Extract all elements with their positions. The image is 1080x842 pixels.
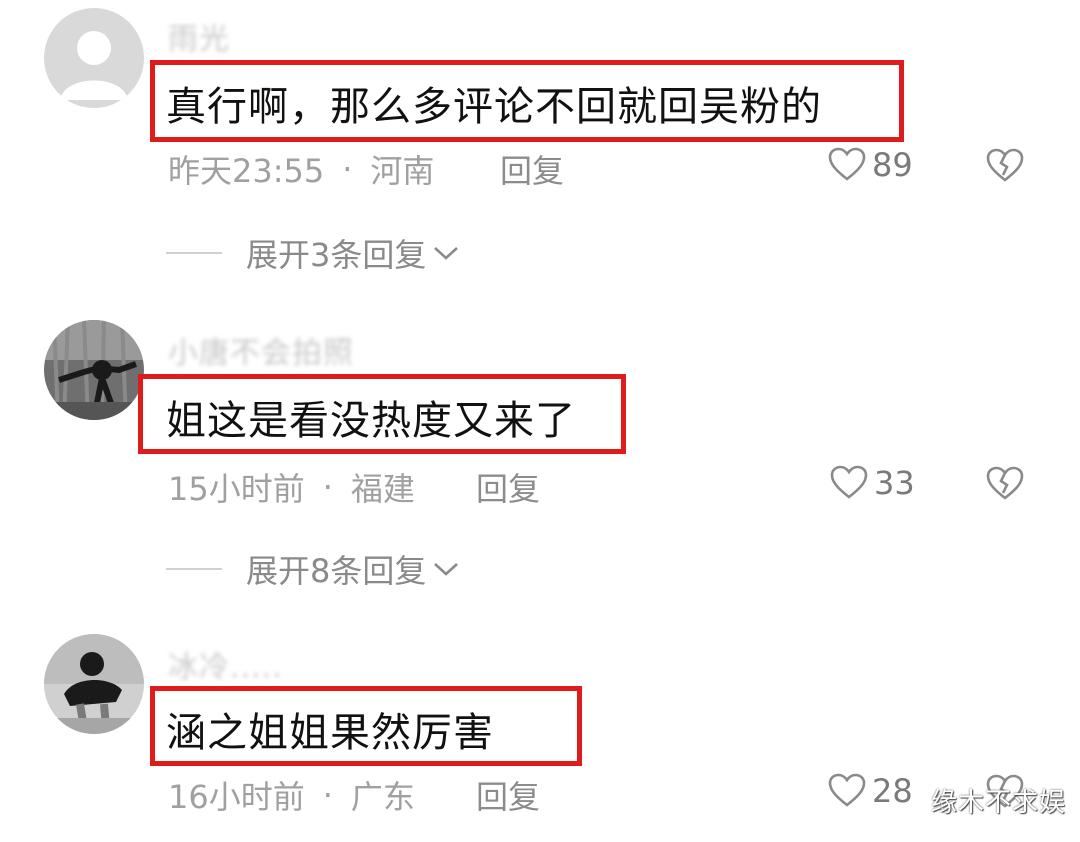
like-count: 89	[872, 146, 913, 184]
divider	[166, 252, 222, 254]
divider	[166, 568, 222, 570]
comment-location: 福建	[350, 470, 415, 508]
default-avatar-icon	[44, 8, 144, 108]
reply-button[interactable]: 回复	[476, 772, 540, 818]
username[interactable]: 小唐不会拍照	[168, 328, 354, 372]
comment-time: 昨天23:55	[168, 152, 325, 190]
chevron-down-icon	[434, 247, 459, 260]
heart-outline-icon	[828, 147, 866, 181]
like-button[interactable]: 28	[828, 772, 913, 810]
username[interactable]: 冰冷.....	[168, 642, 283, 686]
watermark: 缘木不求娱	[930, 788, 1066, 818]
chevron-down-icon	[434, 563, 459, 576]
broken-heart-icon	[986, 466, 1024, 500]
heart-outline-icon	[828, 773, 866, 807]
comment-list: 雨光 真行啊，那么多评论不回就回吴粉的 昨天23:55 · 河南 回复 89 展…	[0, 0, 1080, 842]
comment-time: 16小时前	[168, 778, 305, 816]
like-count: 28	[872, 772, 913, 810]
dislike-button[interactable]	[986, 466, 1024, 506]
comment-meta: 15小时前 · 福建	[168, 464, 415, 510]
like-button[interactable]: 33	[830, 464, 915, 502]
photo-avatar-icon	[44, 320, 144, 420]
like-count: 33	[874, 464, 915, 502]
separator: ·	[322, 468, 333, 506]
like-button[interactable]: 89	[828, 146, 913, 184]
expand-replies[interactable]: 展开3条回复	[166, 230, 460, 276]
broken-heart-icon	[986, 148, 1024, 182]
reply-button[interactable]: 回复	[500, 146, 564, 192]
dislike-button[interactable]	[986, 148, 1024, 188]
comment-time: 15小时前	[168, 470, 305, 508]
comment-text: 姐这是看没热度又来了	[166, 398, 576, 444]
username[interactable]: 雨光	[168, 14, 230, 58]
avatar[interactable]	[44, 8, 144, 108]
avatar[interactable]	[44, 634, 144, 734]
comment-text: 涵之姐姐果然厉害	[166, 710, 494, 756]
avatar[interactable]	[44, 320, 144, 420]
reply-button[interactable]: 回复	[476, 464, 540, 510]
comment-location: 河南	[370, 152, 435, 190]
comment-meta: 16小时前 · 广东	[168, 772, 415, 818]
comment-location: 广东	[350, 778, 415, 816]
separator: ·	[342, 150, 353, 188]
comment-meta: 昨天23:55 · 河南	[168, 146, 434, 192]
comment-text: 真行啊，那么多评论不回就回吴粉的	[166, 84, 822, 130]
photo-avatar-icon	[44, 634, 144, 734]
expand-label: 展开8条回复	[246, 552, 427, 590]
separator: ·	[322, 776, 333, 814]
expand-replies[interactable]: 展开8条回复	[166, 546, 460, 592]
heart-outline-icon	[830, 465, 868, 499]
expand-label: 展开3条回复	[246, 236, 427, 274]
